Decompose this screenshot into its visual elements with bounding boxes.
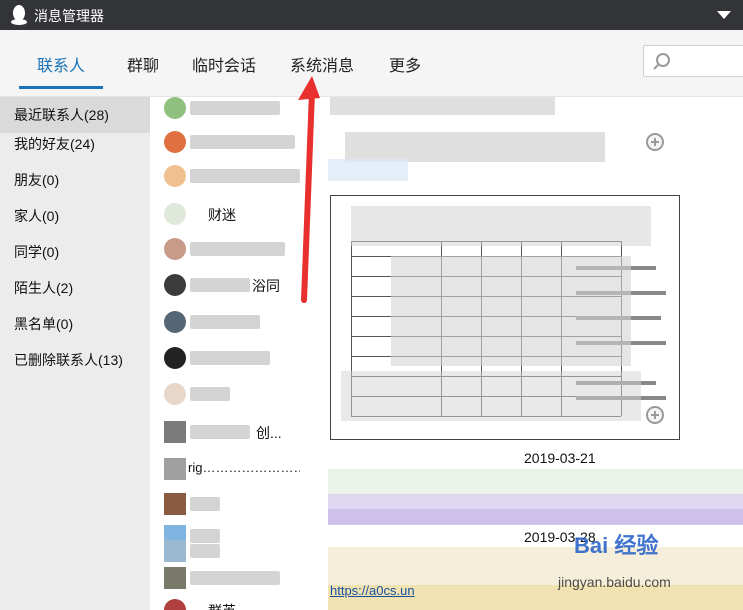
qq-penguin-avatar [164,347,186,369]
tab-temp-sessions[interactable]: 临时会话 [192,52,256,76]
message-panel: 2019-03-21 2019-03-28 [300,97,743,610]
avatar [164,540,186,562]
search-icon [653,53,670,70]
avatar [164,165,186,187]
category-deleted-contacts[interactable]: 已删除联系人(13) [0,342,150,378]
baidu-watermark: Bai 经验 [574,533,659,558]
avatar [164,131,186,153]
tab-more[interactable]: 更多 [389,52,421,76]
avatar [164,599,186,610]
image-attachment[interactable] [330,195,680,440]
qq-penguin-icon [11,5,27,25]
avatar [164,567,186,589]
category-strangers[interactable]: 陌生人(2) [0,270,150,306]
message-link[interactable]: https://a0cs.un [330,583,415,598]
contact-list[interactable]: 财迷 浴同 创... rig……………………@•ôõ• [150,97,300,610]
category-friends[interactable]: 朋友(0) [0,162,150,198]
avatar [164,238,186,260]
window-title: 消息管理器 [34,8,104,24]
avatar [164,203,186,225]
avatar [164,274,186,296]
category-sidebar: 最近联系人(28) 我的好友(24) 朋友(0) 家人(0) 同学(0) 陌生人… [0,97,150,610]
message-date: 2019-03-21 [524,450,596,466]
avatar [164,493,186,515]
avatar [164,311,186,333]
search-input[interactable] [643,45,743,77]
zoom-in-icon[interactable] [643,405,667,429]
category-my-friends[interactable]: 我的好友(24) [0,126,150,162]
avatar [164,458,186,480]
zoom-in-icon[interactable] [643,132,667,156]
baidu-watermark-url: jingyan.baidu.com [558,574,671,590]
category-classmates[interactable]: 同学(0) [0,234,150,270]
tab-bar: 联系人 群聊 临时会话 系统消息 更多 [0,30,743,97]
avatar [164,383,186,405]
window-menu-caret-icon[interactable] [717,11,731,19]
tab-groups[interactable]: 群聊 [127,52,159,76]
tab-system-messages[interactable]: 系统消息 [290,52,354,76]
title-bar: 消息管理器 [0,0,743,30]
tab-contacts[interactable]: 联系人 [18,52,104,89]
avatar [164,421,186,443]
category-blacklist[interactable]: 黑名单(0) [0,306,150,342]
category-family[interactable]: 家人(0) [0,198,150,234]
avatar [164,97,186,119]
